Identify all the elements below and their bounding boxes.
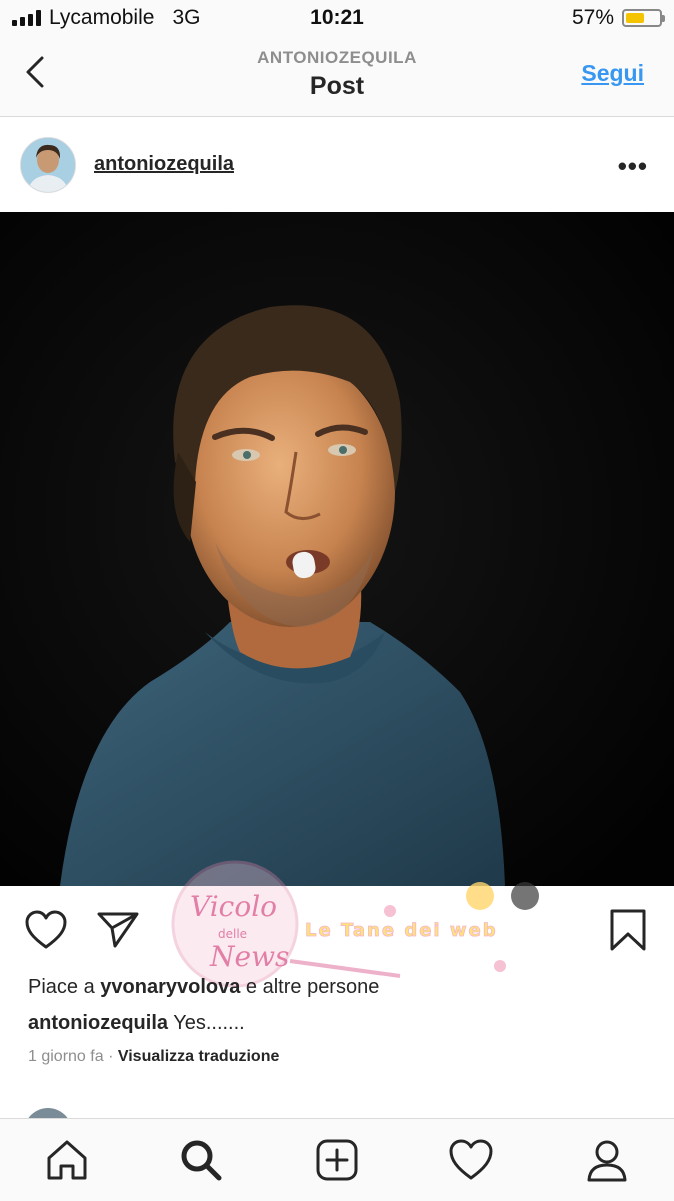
likes-prefix: Piace a: [28, 976, 95, 998]
battery-icon: [622, 9, 665, 27]
post-photo-illustration: [0, 212, 674, 886]
post-header: antoniozequila •••: [0, 117, 674, 212]
more-icon[interactable]: •••: [618, 151, 648, 182]
watermark-logo-line3: News: [209, 940, 289, 973]
post-actions: Vicolo delle News Le Tane dei web: [0, 860, 674, 988]
tab-bar: [0, 1118, 674, 1201]
activity-heart-icon[interactable]: [448, 1137, 494, 1183]
profile-icon[interactable]: [584, 1137, 630, 1183]
caption-username[interactable]: antoniozequila: [28, 1012, 168, 1034]
search-icon[interactable]: [178, 1137, 224, 1183]
caption-text: Yes.......: [173, 1012, 245, 1034]
battery-fill: [626, 13, 645, 23]
likes-line: Piace a yvonaryvolova e altre persone: [28, 976, 379, 999]
likes-user-link[interactable]: yvonaryvolova: [100, 976, 240, 998]
watermark-logo-line1: Vicolo: [190, 890, 277, 923]
nav-subtitle: ANTONIOZEQUILA: [257, 48, 417, 67]
status-bar: Lycamobile 3G 10:21 57%: [0, 0, 674, 38]
meta-separator: ·: [108, 1048, 114, 1065]
post-time: 1 giorno fa: [28, 1048, 104, 1065]
watermark-banner: Le Tane dei web: [305, 920, 498, 941]
home-icon[interactable]: [44, 1137, 90, 1183]
bookmark-icon[interactable]: [608, 908, 648, 952]
heart-icon[interactable]: [24, 910, 68, 950]
status-right: 57%: [571, 6, 665, 30]
translate-link[interactable]: Visualizza traduzione: [118, 1048, 280, 1065]
post-username[interactable]: antoniozequila: [94, 153, 234, 176]
follow-button[interactable]: Segui: [581, 60, 644, 87]
nav-bar: ANTONIOZEQUILA Post Segui: [0, 38, 674, 117]
battery-percent: 57%: [571, 6, 614, 29]
send-icon[interactable]: [96, 910, 140, 950]
likes-suffix[interactable]: e altre persone: [246, 976, 379, 998]
caption: antoniozequila Yes.......: [28, 1012, 245, 1035]
post-meta: 1 giorno fa · Visualizza traduzione: [28, 1048, 279, 1066]
avatar[interactable]: [20, 137, 76, 193]
watermark-logo-line2: delle: [218, 927, 247, 941]
page-title: Post: [309, 72, 365, 100]
post-image[interactable]: [0, 212, 674, 886]
add-post-icon[interactable]: [314, 1137, 360, 1183]
